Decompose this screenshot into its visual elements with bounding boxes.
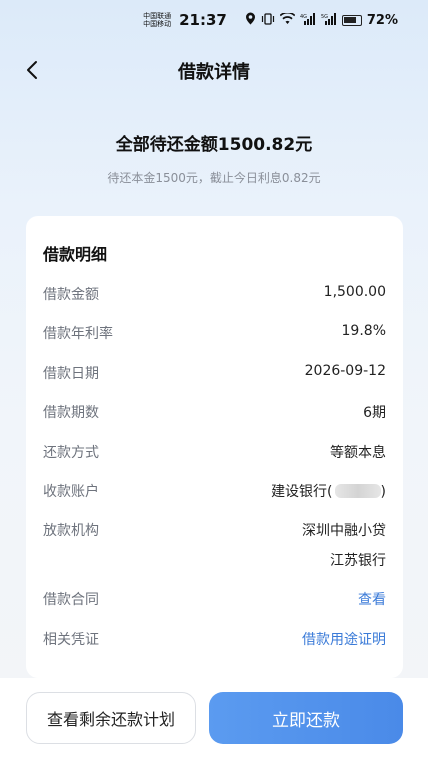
signal-5g-icon: 5G	[321, 12, 337, 28]
row-loan-date: 借款日期 2026-09-12	[43, 363, 386, 385]
row-lending-institution-2: 江苏银行	[43, 550, 386, 572]
row-label: 收款账户	[43, 484, 99, 500]
carrier-labels: 中国联通 中国移动	[143, 12, 171, 28]
row-loan-contract: 借款合同 查看	[43, 589, 386, 611]
row-label: 借款期数	[43, 405, 99, 421]
loan-detail-card: 借款明细 借款金额 1,500.00 借款年利率 19.8% 借款日期 2026…	[26, 216, 403, 678]
bottom-action-bar: 查看剩余还款计划 立即还款	[0, 678, 428, 764]
row-value: 19.8%	[341, 323, 386, 339]
row-value: 6期	[363, 405, 386, 421]
row-value: 深圳中融小贷	[302, 523, 386, 539]
row-label: 借款合同	[43, 592, 99, 608]
row-label: 相关凭证	[43, 632, 99, 648]
row-loan-periods: 借款期数 6期	[43, 402, 386, 424]
repayment-summary: 全部待还金额1500.82元 待还本金1500元，截止今日利息0.82元	[0, 130, 428, 186]
due-breakdown: 待还本金1500元，截止今日利息0.82元	[107, 171, 321, 185]
row-annual-rate: 借款年利率 19.8%	[43, 323, 386, 345]
view-remaining-plan-button[interactable]: 查看剩余还款计划	[26, 692, 196, 744]
row-value: 1,500.00	[323, 284, 386, 300]
row-label: 借款年利率	[43, 326, 113, 342]
row-value-account: 建设银行()	[271, 481, 386, 501]
signal-4g-icon: 4G	[300, 12, 316, 28]
carrier-2: 中国移动	[143, 20, 172, 28]
wifi-icon	[279, 11, 296, 28]
row-loan-amount: 借款金额 1,500.00	[43, 284, 386, 306]
card-title: 借款明细	[43, 245, 108, 264]
page-title: 借款详情	[178, 62, 250, 83]
battery-level: 72%	[366, 12, 398, 28]
row-lending-institution: 放款机构 深圳中融小贷	[43, 520, 386, 542]
row-label: 放款机构	[43, 523, 99, 539]
row-value: 2026-09-12	[304, 363, 386, 379]
status-time: 21:37	[179, 11, 227, 29]
row-label: 还款方式	[43, 445, 99, 461]
svg-text:5G: 5G	[321, 14, 328, 20]
account-close-paren: )	[380, 484, 386, 500]
svg-text:4G: 4G	[300, 14, 307, 20]
status-icons: 4G 5G 72%	[245, 11, 398, 28]
total-due: 全部待还金额1500.82元	[115, 135, 313, 155]
row-value: 江苏银行	[330, 553, 386, 569]
view-contract-link[interactable]: 查看	[358, 589, 386, 609]
row-receiving-account: 收款账户 建设银行()	[43, 481, 386, 503]
location-icon	[245, 12, 256, 28]
carrier-1: 中国联通	[143, 12, 172, 20]
loan-purpose-proof-link[interactable]: 借款用途证明	[302, 629, 386, 649]
status-bar: 中国联通 中国移动 21:37 4G 5G 72%	[0, 0, 428, 40]
bank-name: 建设银行(	[271, 484, 333, 500]
row-value: 等额本息	[330, 445, 386, 461]
row-label: 借款日期	[43, 366, 99, 382]
row-related-documents: 相关凭证 借款用途证明	[43, 629, 386, 651]
vibrate-icon	[261, 12, 275, 28]
masked-account-number	[334, 484, 381, 498]
row-label: 借款金额	[43, 287, 99, 303]
battery-icon	[341, 14, 362, 26]
repay-now-button[interactable]: 立即还款	[209, 692, 403, 744]
row-repayment-method: 还款方式 等额本息	[43, 442, 386, 464]
nav-bar: 借款详情	[0, 48, 428, 92]
